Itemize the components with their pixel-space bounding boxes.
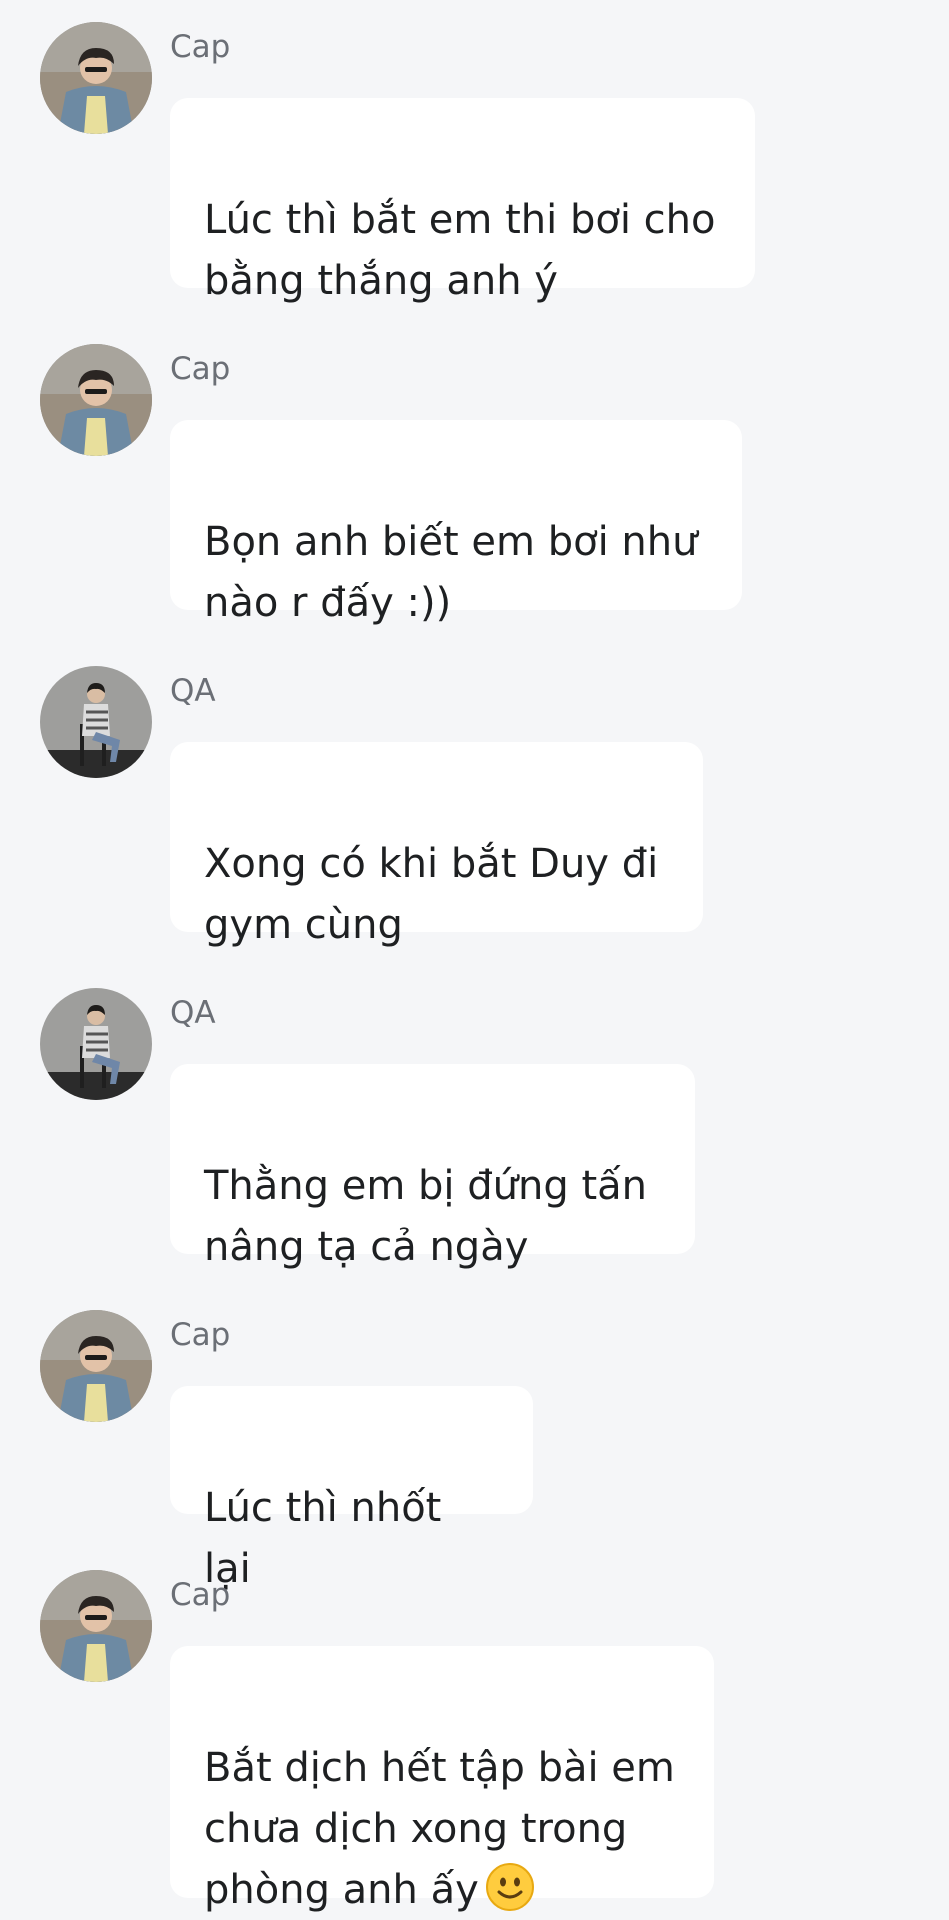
avatar-qa-image bbox=[40, 666, 152, 778]
message-bubble[interactable]: Lúc thì bắt em thi bơi cho bằng thắng an… bbox=[170, 98, 755, 304]
message-text: Thằng em bị đứng tấn nâng tạ cả ngày bbox=[204, 1163, 648, 1270]
sender-name: Cap bbox=[170, 29, 231, 65]
message-bubble[interactable]: Bọn anh biết em bơi như nào r đấy :)) bbox=[170, 420, 742, 626]
message-item: QA Xong có khi bắt Duy đi gym cùng bbox=[0, 644, 949, 948]
avatar-cap[interactable] bbox=[40, 344, 152, 456]
message-text: Lúc thì bắt em thi bơi cho bằng thắng an… bbox=[204, 197, 716, 304]
avatar-cap-image bbox=[40, 344, 152, 456]
avatar-qa[interactable] bbox=[40, 666, 152, 778]
avatar-cap[interactable] bbox=[40, 22, 152, 134]
message-text: Bọn anh biết em bơi như nào r đấy :)) bbox=[204, 519, 698, 626]
message-item: Cap Lúc thì bắt em thi bơi cho bằng thắn… bbox=[0, 0, 949, 304]
avatar-cap-image bbox=[40, 1570, 152, 1682]
message-item: QA Thằng em bị đứng tấn nâng tạ cả ngày bbox=[0, 966, 949, 1270]
message-text: Bắt dịch hết tập bài em chưa dịch xong t… bbox=[204, 1745, 675, 1913]
message-item: Cap Bắt dịch hết tập bài em chưa dịch xo… bbox=[0, 1548, 949, 1918]
message-bubble[interactable]: Bắt dịch hết tập bài em chưa dịch xong t… bbox=[170, 1646, 714, 1913]
message-bubble[interactable]: Xong có khi bắt Duy đi gym cùng bbox=[170, 742, 703, 948]
avatar-cap-image bbox=[40, 22, 152, 134]
message-item: Cap Lúc thì nhốt lại bbox=[0, 1288, 949, 1592]
sender-name: Cap bbox=[170, 1577, 231, 1613]
sender-name: Cap bbox=[170, 1317, 231, 1353]
avatar-cap[interactable] bbox=[40, 1310, 152, 1422]
message-text: Xong có khi bắt Duy đi gym cùng bbox=[204, 841, 659, 948]
sender-name: QA bbox=[170, 673, 216, 709]
avatar-cap-image bbox=[40, 1310, 152, 1422]
message-bubble[interactable]: Thằng em bị đứng tấn nâng tạ cả ngày bbox=[170, 1064, 695, 1270]
sender-name: QA bbox=[170, 995, 216, 1031]
avatar-qa-image bbox=[40, 988, 152, 1100]
avatar-qa[interactable] bbox=[40, 988, 152, 1100]
slightly-smiling-face-icon bbox=[485, 1862, 535, 1912]
avatar-cap[interactable] bbox=[40, 1570, 152, 1682]
message-item: Cap Bọn anh biết em bơi như nào r đấy :)… bbox=[0, 322, 949, 626]
chat-message-list[interactable]: Cap Lúc thì bắt em thi bơi cho bằng thắn… bbox=[0, 0, 949, 1920]
sender-name: Cap bbox=[170, 351, 231, 387]
message-bubble[interactable]: Lúc thì nhốt lại bbox=[170, 1386, 533, 1592]
